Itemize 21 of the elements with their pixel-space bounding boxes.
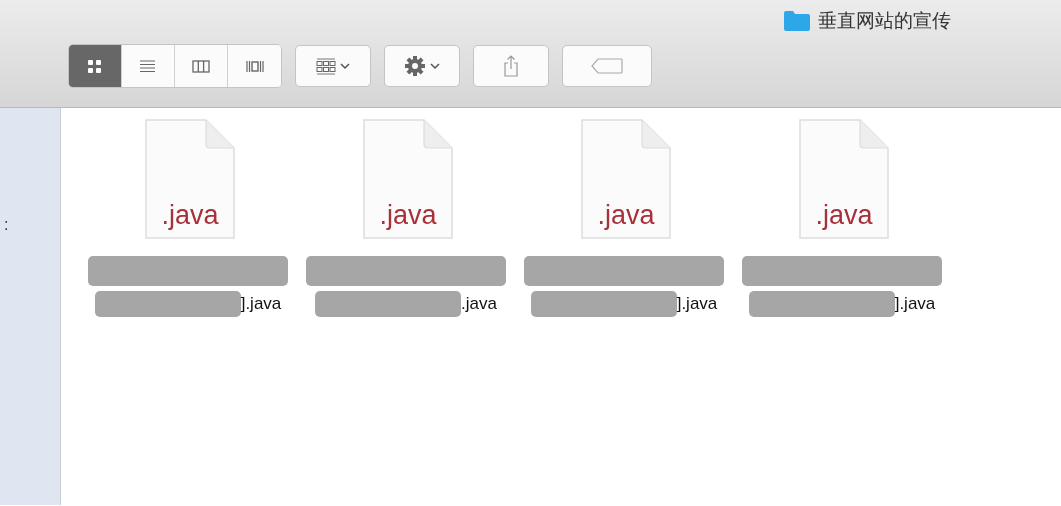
tag-button[interactable] bbox=[562, 45, 652, 87]
share-button[interactable] bbox=[473, 45, 549, 87]
file-name[interactable]: ].java bbox=[894, 294, 936, 314]
settings-button[interactable] bbox=[384, 45, 460, 87]
columns-icon bbox=[192, 57, 210, 75]
arrange-button[interactable] bbox=[295, 45, 371, 87]
file-name[interactable]: ].java bbox=[676, 294, 718, 314]
gear-icon bbox=[404, 55, 426, 77]
file-name[interactable]: .java bbox=[461, 294, 497, 314]
folder-icon bbox=[784, 11, 810, 31]
file-name[interactable]: ].java bbox=[240, 294, 282, 314]
sidebar-label: : bbox=[3, 216, 9, 234]
grid-icon bbox=[316, 57, 336, 75]
window-title: 垂直网站的宣传 bbox=[818, 9, 951, 33]
chevron-down-icon bbox=[340, 62, 350, 70]
share-icon bbox=[503, 55, 519, 77]
view-button[interactable] bbox=[69, 45, 122, 87]
list-icon bbox=[139, 57, 157, 75]
grid-icon bbox=[86, 57, 104, 75]
tag-icon bbox=[591, 58, 623, 74]
chevron-down-icon bbox=[430, 62, 440, 70]
